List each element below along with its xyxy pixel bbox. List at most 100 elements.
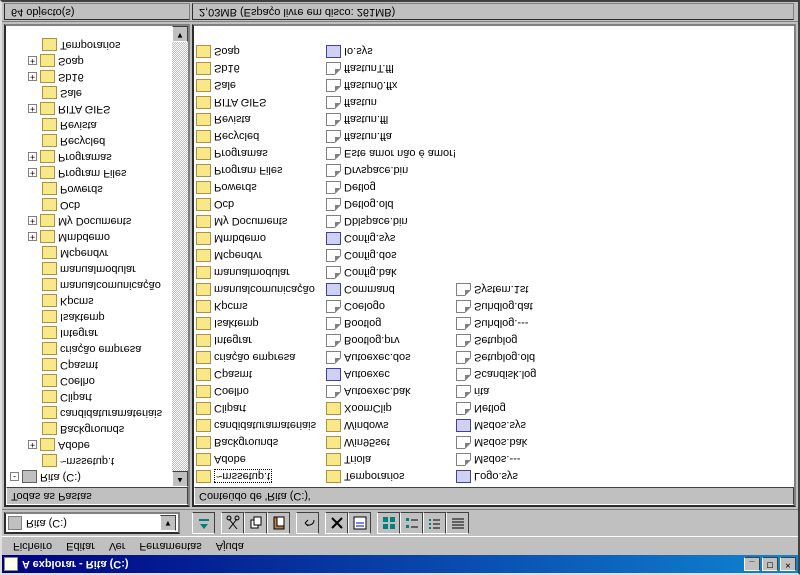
menu-tools[interactable]: Ferramentas	[132, 538, 208, 554]
list-item[interactable]: Logo.sys	[456, 468, 586, 485]
expand-toggle-icon[interactable]: +	[28, 73, 37, 82]
expand-toggle-icon[interactable]: +	[28, 233, 37, 242]
tree-item[interactable]: +Programas	[6, 149, 172, 165]
tree-item[interactable]: ~mssetup.t	[6, 453, 172, 469]
expand-toggle-icon[interactable]: +	[28, 441, 37, 450]
tree-item[interactable]: +Sb16	[6, 69, 172, 85]
list-item[interactable]: Coelho	[196, 383, 326, 400]
list-item[interactable]: ffastun0.ffx	[326, 77, 456, 94]
list-item[interactable]: Suhdlog.---	[456, 315, 586, 332]
list-item[interactable]: Msdos.---	[456, 451, 586, 468]
list-item[interactable]: ffastunT.ffl	[326, 60, 456, 77]
tree-item[interactable]: Sale	[6, 85, 172, 101]
maximize-button[interactable]: □	[762, 557, 778, 571]
scroll-up-icon[interactable]: ▲	[172, 471, 188, 487]
list-item[interactable]: Mmbdemo	[196, 230, 326, 247]
menu-edit[interactable]: Editar	[59, 538, 102, 554]
menu-file[interactable]: Ficheiro	[6, 538, 59, 554]
list-item[interactable]: Msdos.bak	[456, 434, 586, 451]
list-item[interactable]: Program Files	[196, 162, 326, 179]
list-item[interactable]: Cpasmt	[196, 366, 326, 383]
copy-button[interactable]	[244, 512, 267, 534]
list-item[interactable]: System.1st	[456, 281, 586, 298]
list-item[interactable]: Scandisk.log	[456, 366, 586, 383]
tree-item[interactable]: Mcpendvr	[6, 245, 172, 261]
list-item[interactable]: Triola	[326, 451, 456, 468]
tree-item[interactable]: Powerds	[6, 181, 172, 197]
tree-item[interactable]: +Mmbdemo	[6, 229, 172, 245]
up-button[interactable]	[192, 512, 215, 534]
tree-item[interactable]: Isaktemp	[6, 309, 172, 325]
list-item[interactable]: Programas	[196, 145, 326, 162]
menu-help[interactable]: Ajuda	[209, 538, 251, 554]
delete-button[interactable]	[325, 512, 348, 534]
list-item[interactable]: Revista	[196, 111, 326, 128]
tree-item[interactable]: +Program Files	[6, 165, 172, 181]
tree-item[interactable]: Ocb	[6, 197, 172, 213]
tree-item[interactable]: Backgrounds	[6, 421, 172, 437]
expand-toggle-icon[interactable]: +	[28, 105, 37, 114]
list-item[interactable]: Backgrounds	[196, 434, 326, 451]
tree-scrollbar[interactable]: ▲ ▼	[172, 26, 188, 487]
expand-toggle-icon[interactable]: -	[10, 473, 19, 482]
list-item[interactable]: Config.sys	[326, 230, 456, 247]
tree-item[interactable]: Revista	[6, 117, 172, 133]
tree-item[interactable]: Recycled	[6, 133, 172, 149]
title-bar[interactable]: A explorar - Rita (C:) _ □ ✕	[2, 555, 798, 573]
list-item[interactable]: manualmodular	[196, 264, 326, 281]
list-item[interactable]: Windows	[326, 417, 456, 434]
tree-item[interactable]: criação empresa	[6, 341, 172, 357]
folder-tree[interactable]: -Rita (C:)~mssetup.t+AdobeBackgroundscan…	[6, 26, 172, 487]
list-item[interactable]: Netlog	[456, 400, 586, 417]
chevron-down-icon[interactable]: ▼	[160, 515, 176, 531]
list-item[interactable]: Adobe	[196, 451, 326, 468]
list-item[interactable]: Autoexec.dos	[326, 349, 456, 366]
list-item[interactable]: My Documents	[196, 213, 326, 230]
list-item[interactable]: Temporarios	[326, 468, 456, 485]
list-item[interactable]: Clipart	[196, 400, 326, 417]
list-item[interactable]: Bootlog	[326, 315, 456, 332]
tree-item[interactable]: manualmodular	[6, 261, 172, 277]
list-item[interactable]: candidaturamateriais	[196, 417, 326, 434]
list-item[interactable]: Kpcms	[196, 298, 326, 315]
list-item[interactable]: Setuplog	[456, 332, 586, 349]
list-item[interactable]: Io.sys	[326, 43, 456, 60]
list-item[interactable]: Coelogo	[326, 298, 456, 315]
list-item[interactable]: ffastun	[326, 94, 456, 111]
large-icons-button[interactable]	[377, 512, 400, 534]
list-item[interactable]: Integrar	[196, 332, 326, 349]
tree-item[interactable]: -Rita (C:)	[6, 469, 172, 485]
close-button[interactable]: ✕	[780, 557, 796, 571]
expand-toggle-icon[interactable]: +	[28, 169, 37, 178]
tree-item[interactable]: Integrar	[6, 325, 172, 341]
list-item[interactable]: Bootlog.prv	[326, 332, 456, 349]
tree-item[interactable]: manualcomunicação	[6, 277, 172, 293]
list-item[interactable]: Ocb	[196, 196, 326, 213]
list-item[interactable]: Win95set	[326, 434, 456, 451]
list-item[interactable]: ~mssetup.t	[196, 468, 326, 485]
list-item[interactable]: Suhdlog.dat	[456, 298, 586, 315]
file-list[interactable]: ~mssetup.tAdobeBackgroundscandidaturamat…	[194, 26, 794, 487]
tree-item[interactable]: +My Documents	[6, 213, 172, 229]
tree-item[interactable]: Coelho	[6, 373, 172, 389]
list-item[interactable]: RITA GIFS	[196, 94, 326, 111]
list-item[interactable]: Sale	[196, 77, 326, 94]
scroll-track[interactable]	[172, 42, 188, 471]
list-button[interactable]	[423, 512, 446, 534]
list-item[interactable]: Powerds	[196, 179, 326, 196]
tree-item[interactable]: +Soap	[6, 53, 172, 69]
list-item[interactable]: Detlog	[326, 179, 456, 196]
tree-item[interactable]: Cpasmt	[6, 357, 172, 373]
list-item[interactable]: Command	[326, 281, 456, 298]
tree-item[interactable]: +Adobe	[6, 437, 172, 453]
list-item[interactable]: Recycled	[196, 128, 326, 145]
list-item[interactable]: Autoexec.bak	[326, 383, 456, 400]
list-item[interactable]: Config.dos	[326, 247, 456, 264]
expand-toggle-icon[interactable]: +	[28, 217, 37, 226]
properties-button[interactable]	[348, 512, 371, 534]
list-item[interactable]: XoomClip	[326, 400, 456, 417]
list-item[interactable]: Autoexec	[326, 366, 456, 383]
small-icons-button[interactable]	[400, 512, 423, 534]
minimize-button[interactable]: _	[744, 557, 760, 571]
undo-button[interactable]	[296, 512, 319, 534]
